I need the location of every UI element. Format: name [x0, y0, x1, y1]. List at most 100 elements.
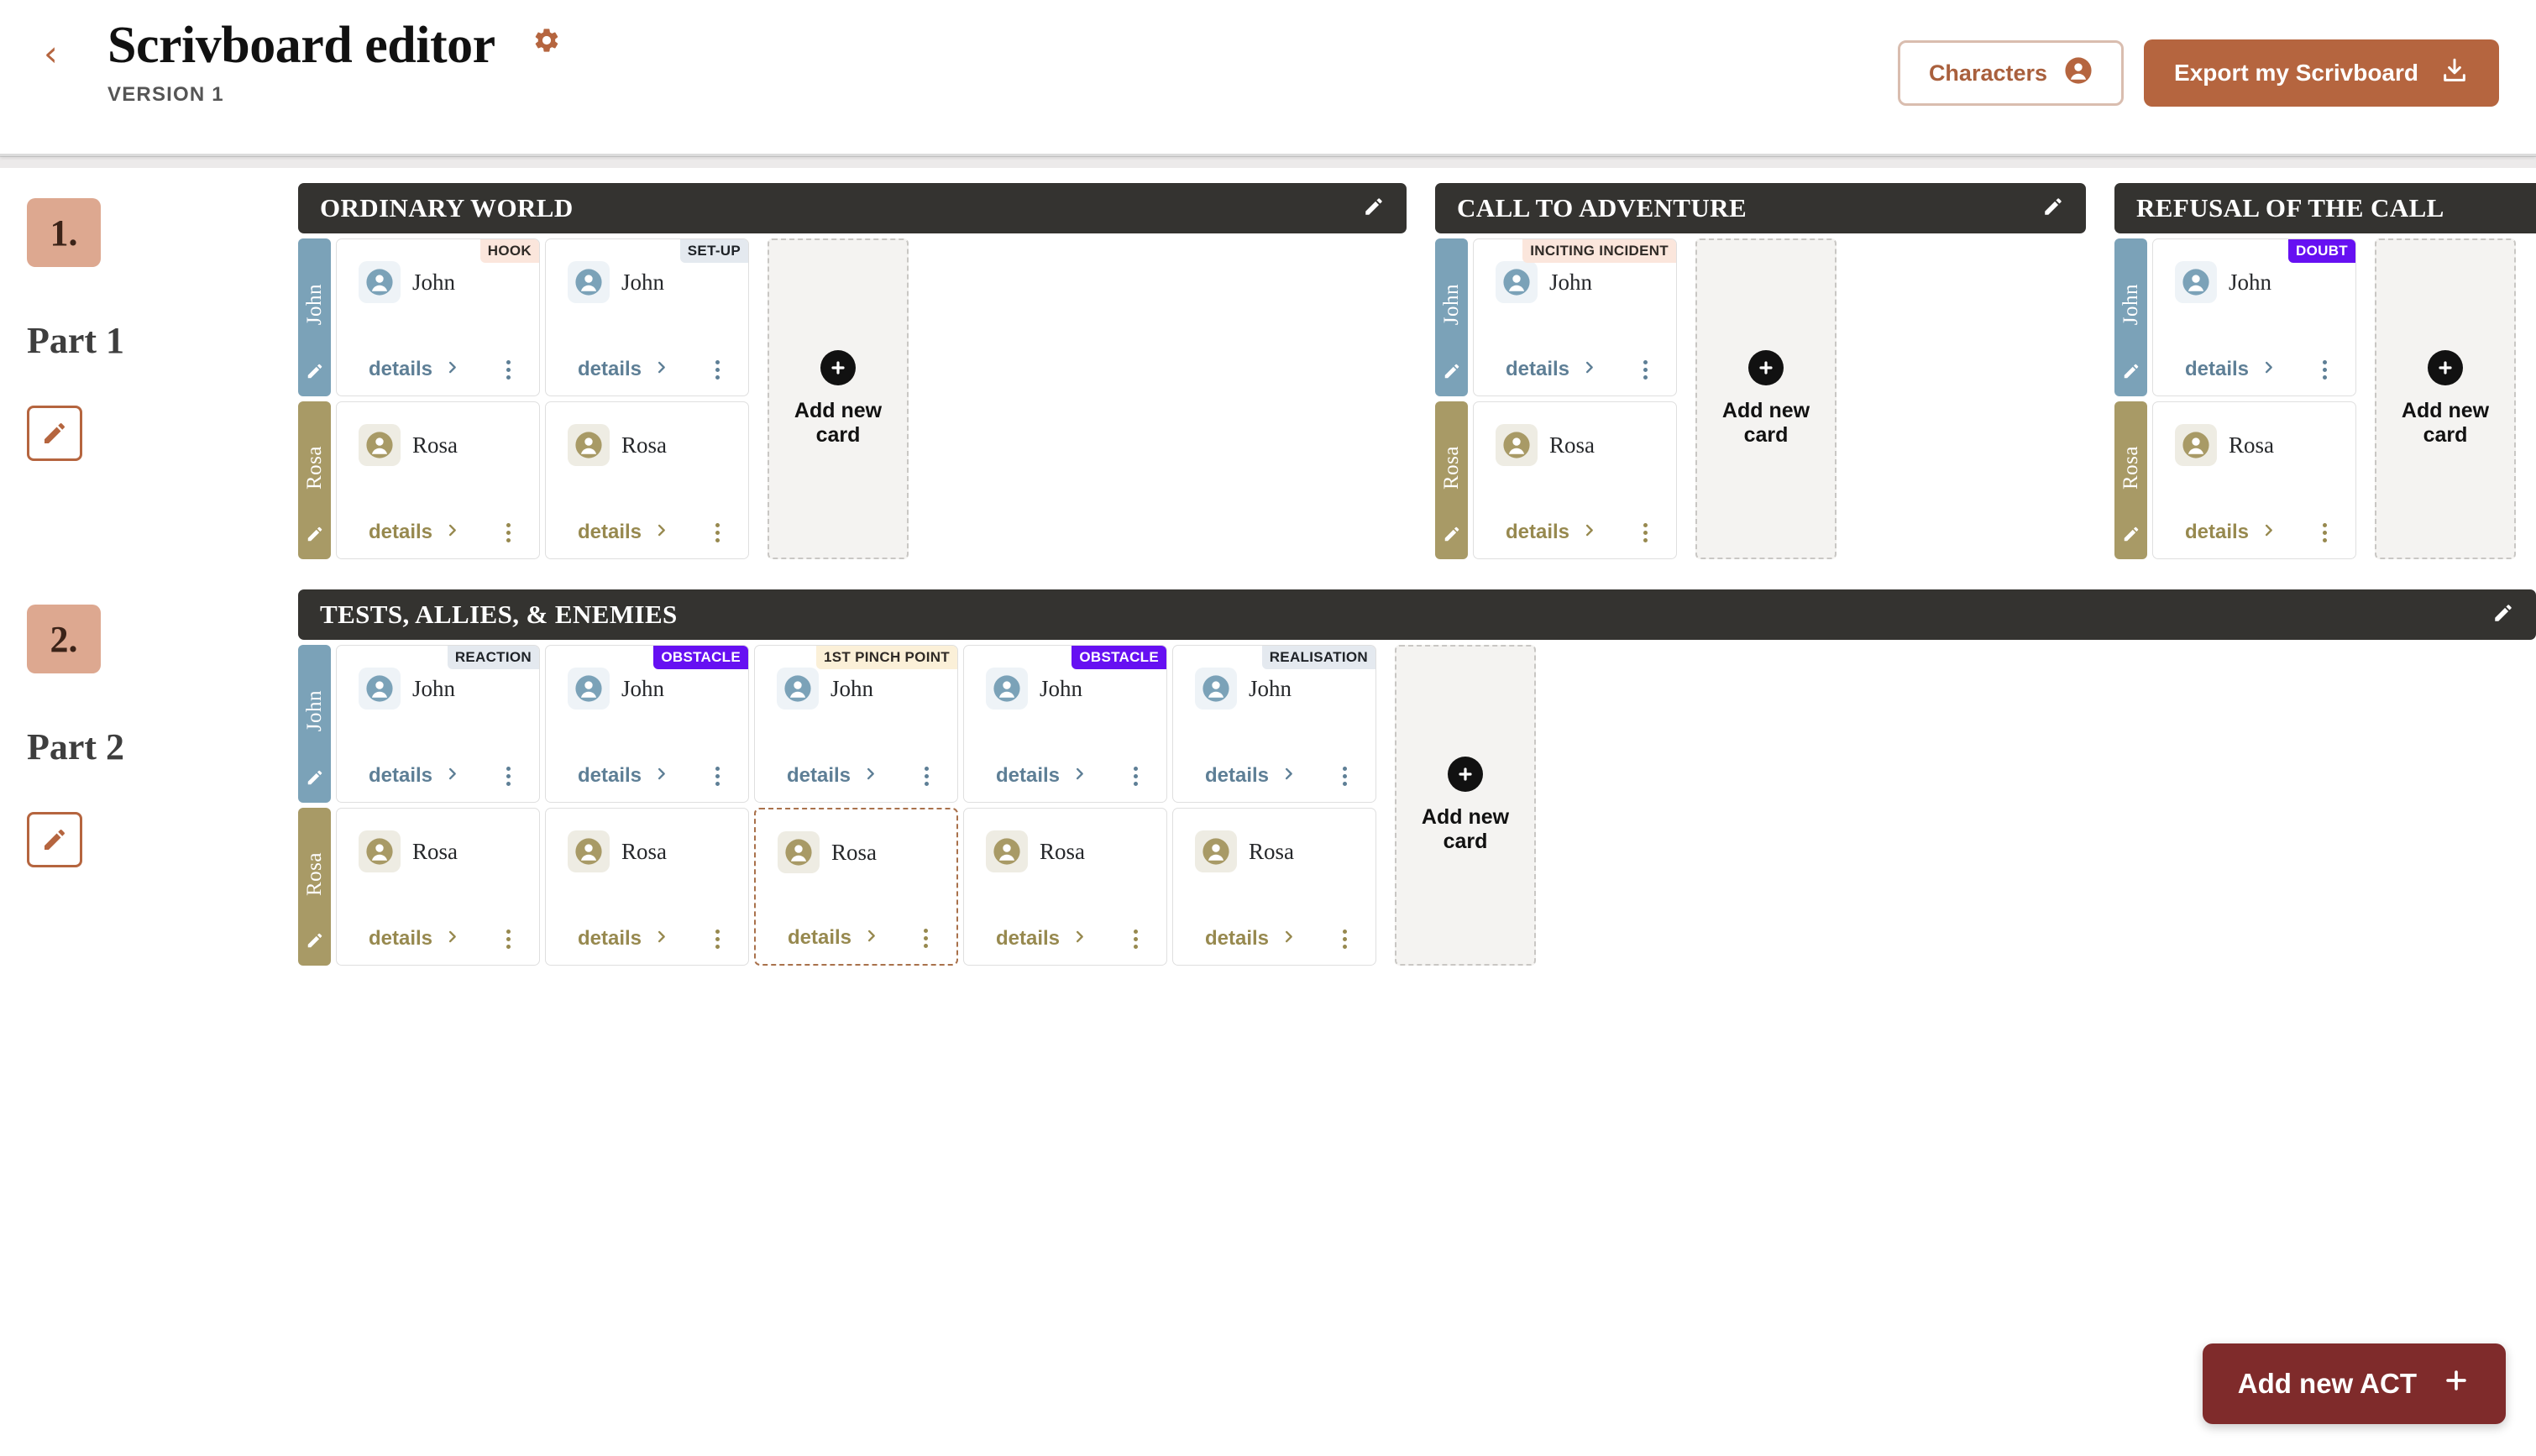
lane-strip-rosa[interactable]: Rosa	[2114, 401, 2147, 559]
lane-strip-rosa[interactable]: Rosa	[298, 401, 331, 559]
card-more-options-icon[interactable]	[1124, 923, 1148, 956]
story-card[interactable]: REALISATION John details	[1172, 645, 1376, 803]
lane-strip-john[interactable]: John	[298, 645, 331, 803]
card-more-options-icon[interactable]	[2313, 354, 2337, 386]
card-more-options-icon[interactable]	[1633, 516, 1658, 549]
card-more-options-icon[interactable]	[705, 760, 730, 793]
characters-button[interactable]: Characters	[1897, 40, 2125, 106]
lane-strip-john[interactable]: John	[298, 238, 331, 396]
scrivboard-canvas[interactable]: 1. Part 1 ORDINARY WORLD John HOOK John detail…	[0, 168, 2536, 1456]
edit-lane-icon[interactable]	[2122, 525, 2140, 547]
stage-title: ORDINARY WORLD	[320, 193, 574, 223]
story-card[interactable]: Rosa details	[1172, 808, 1376, 966]
card-details-label: details	[996, 764, 1061, 787]
card-more-options-icon[interactable]	[914, 760, 939, 793]
card-details-link[interactable]: details	[788, 926, 879, 950]
card-details-link[interactable]: details	[996, 927, 1087, 951]
lane-strip-john[interactable]: John	[2114, 238, 2147, 396]
lane-strip-rosa[interactable]: Rosa	[298, 808, 331, 966]
story-card[interactable]: HOOK John details	[336, 238, 540, 396]
story-card[interactable]: Rosa details	[545, 808, 749, 966]
card-details-link[interactable]: details	[578, 927, 669, 951]
card-more-options-icon[interactable]	[705, 354, 730, 386]
story-card[interactable]: SET-UP John details	[545, 238, 749, 396]
add-new-card-label: Add new card	[1721, 399, 1810, 447]
edit-lane-icon[interactable]	[306, 768, 324, 791]
edit-act-button[interactable]	[27, 812, 82, 867]
chevron-right-icon	[863, 926, 879, 950]
add-new-card-button[interactable]: Add new card	[768, 238, 909, 559]
edit-lane-icon[interactable]	[306, 362, 324, 385]
gear-icon[interactable]	[532, 26, 561, 59]
card-more-options-icon[interactable]	[1633, 354, 1658, 386]
card-details-link[interactable]: details	[2185, 521, 2277, 544]
edit-lane-icon[interactable]	[2122, 362, 2140, 385]
act-section: 2. Part 2 TESTS, ALLIES, & ENEMIES John REAC…	[0, 589, 2536, 966]
add-new-card-button[interactable]: Add new card	[1695, 238, 1837, 559]
story-card[interactable]: Rosa details	[545, 401, 749, 559]
card-details-link[interactable]: details	[1205, 927, 1297, 951]
card-details-link[interactable]: details	[996, 764, 1087, 788]
edit-lane-icon[interactable]	[1443, 525, 1461, 547]
card-details-link[interactable]: details	[1506, 521, 1597, 544]
add-new-act-button[interactable]: Add new ACT	[2202, 1343, 2506, 1424]
story-card[interactable]: OBSTACLE John details	[545, 645, 749, 803]
lane-strip-john[interactable]: John	[1435, 238, 1468, 396]
card-details-link[interactable]: details	[1506, 358, 1597, 381]
card-details-link[interactable]: details	[2185, 358, 2277, 381]
add-new-card-button[interactable]: Add new card	[1395, 645, 1536, 966]
card-more-options-icon[interactable]	[496, 516, 521, 549]
card-more-options-icon[interactable]	[1333, 923, 1357, 956]
card-details-label: details	[996, 927, 1061, 950]
story-card[interactable]: DOUBT John details	[2152, 238, 2356, 396]
story-card[interactable]: INCITING INCIDENT John details	[1473, 238, 1677, 396]
avatar	[1496, 424, 1538, 466]
card-more-options-icon[interactable]	[1333, 760, 1357, 793]
story-card[interactable]: Rosa details	[1473, 401, 1677, 559]
card-details-link[interactable]: details	[369, 764, 460, 788]
act-number-badge[interactable]: 2.	[27, 605, 101, 673]
card-details-link[interactable]: details	[578, 764, 669, 788]
story-card[interactable]: REACTION John details	[336, 645, 540, 803]
card-more-options-icon[interactable]	[496, 354, 521, 386]
edit-stage-icon[interactable]	[2042, 196, 2064, 222]
story-card[interactable]: Rosa details	[963, 808, 1167, 966]
card-details-link[interactable]: details	[787, 764, 878, 788]
card-details-link[interactable]: details	[369, 521, 460, 544]
card-character-row: Rosa	[1474, 402, 1676, 466]
card-details-link[interactable]: details	[369, 358, 460, 381]
edit-lane-icon[interactable]	[306, 525, 324, 547]
card-details-link[interactable]: details	[578, 358, 669, 381]
story-card[interactable]: 1ST PINCH POINT John details	[754, 645, 958, 803]
card-details-link[interactable]: details	[1205, 764, 1297, 788]
story-card[interactable]: OBSTACLE John details	[963, 645, 1167, 803]
back-chevron-icon[interactable]: ‹	[44, 36, 74, 71]
card-more-options-icon[interactable]	[705, 516, 730, 549]
story-card[interactable]: Rosa details	[2152, 401, 2356, 559]
avatar	[778, 831, 820, 873]
card-more-options-icon[interactable]	[705, 923, 730, 956]
card-details-label: details	[2185, 358, 2250, 380]
act-number-badge[interactable]: 1.	[27, 198, 101, 267]
card-character-name: John	[412, 675, 456, 701]
card-details-link[interactable]: details	[369, 927, 460, 951]
edit-stage-icon[interactable]	[1363, 196, 1385, 222]
edit-lane-icon[interactable]	[1443, 362, 1461, 385]
card-more-options-icon[interactable]	[496, 923, 521, 956]
card-more-options-icon[interactable]	[914, 922, 938, 955]
edit-lane-icon[interactable]	[306, 931, 324, 954]
card-more-options-icon[interactable]	[1124, 760, 1148, 793]
export-scrivboard-button[interactable]: Export my Scrivboard	[2144, 39, 2499, 107]
card-more-options-icon[interactable]	[2313, 516, 2337, 549]
horizontal-scroll-gutter[interactable]	[0, 156, 2536, 168]
edit-act-button[interactable]	[27, 406, 82, 461]
story-card[interactable]: Rosa details	[336, 808, 540, 966]
card-more-options-icon[interactable]	[496, 760, 521, 793]
story-card[interactable]: Rosa details	[754, 808, 958, 966]
card-details-link[interactable]: details	[578, 521, 669, 544]
story-card[interactable]: Rosa details	[336, 401, 540, 559]
edit-stage-icon[interactable]	[2492, 602, 2514, 628]
export-button-label: Export my Scrivboard	[2174, 60, 2418, 86]
lane-strip-rosa[interactable]: Rosa	[1435, 401, 1468, 559]
add-new-card-button[interactable]: Add new card	[2375, 238, 2516, 559]
